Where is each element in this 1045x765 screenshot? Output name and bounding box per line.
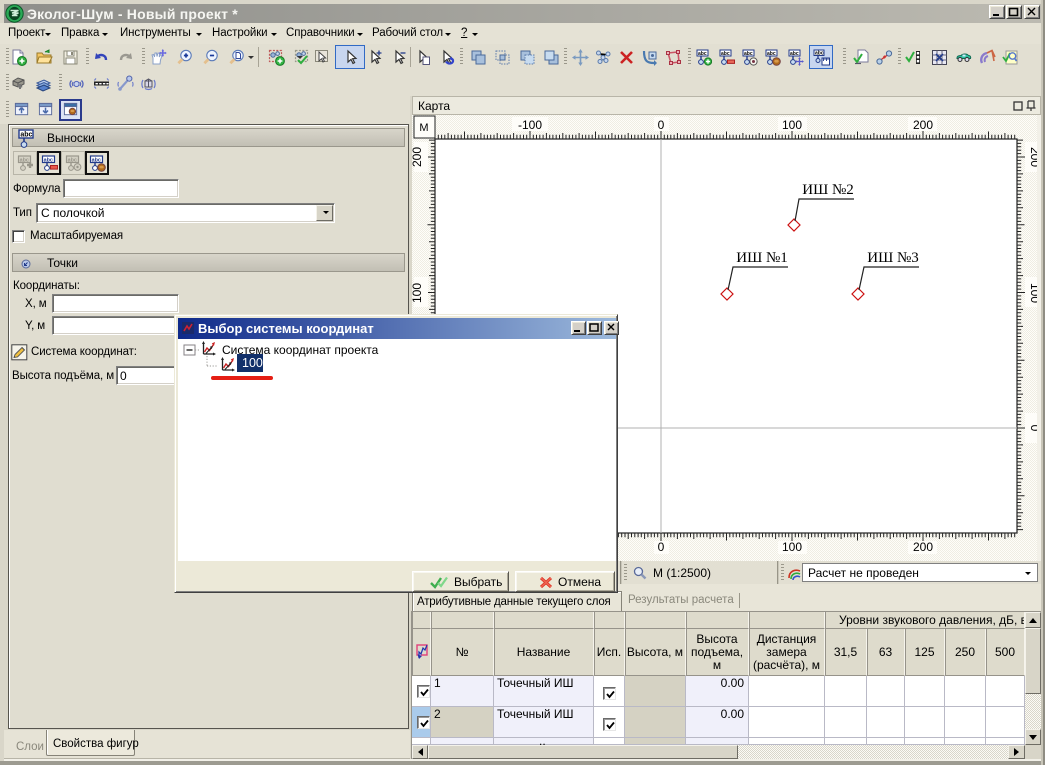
svg-text:abc: abc: [721, 51, 730, 57]
svg-text:0: 0: [658, 540, 665, 554]
svg-text:abc: abc: [91, 157, 100, 163]
svg-text:abc: abc: [67, 157, 76, 163]
svg-text:ИШ №1: ИШ №1: [736, 250, 788, 266]
svg-text:abc: abc: [698, 51, 707, 57]
svg-text:ИШ №3: ИШ №3: [867, 250, 919, 266]
svg-text:abc: abc: [19, 157, 28, 163]
svg-text:200: 200: [913, 118, 933, 132]
svg-text:abc: abc: [767, 51, 776, 57]
svg-text:-100: -100: [518, 118, 542, 132]
svg-text:abc: abc: [20, 132, 32, 139]
svg-text:100: 100: [412, 283, 424, 303]
svg-text:М: М: [419, 122, 428, 134]
svg-text:0: 0: [658, 118, 665, 132]
svg-text:abc: abc: [790, 51, 799, 57]
svg-text:abc: abc: [43, 157, 52, 163]
svg-text:abc: abc: [744, 51, 753, 57]
svg-text:100: 100: [782, 118, 802, 132]
svg-text:abc: abc: [815, 50, 824, 56]
svg-text:100: 100: [782, 540, 802, 554]
svg-text:ИШ №2: ИШ №2: [802, 182, 854, 198]
svg-text:200: 200: [913, 540, 933, 554]
svg-text:200: 200: [412, 147, 424, 167]
